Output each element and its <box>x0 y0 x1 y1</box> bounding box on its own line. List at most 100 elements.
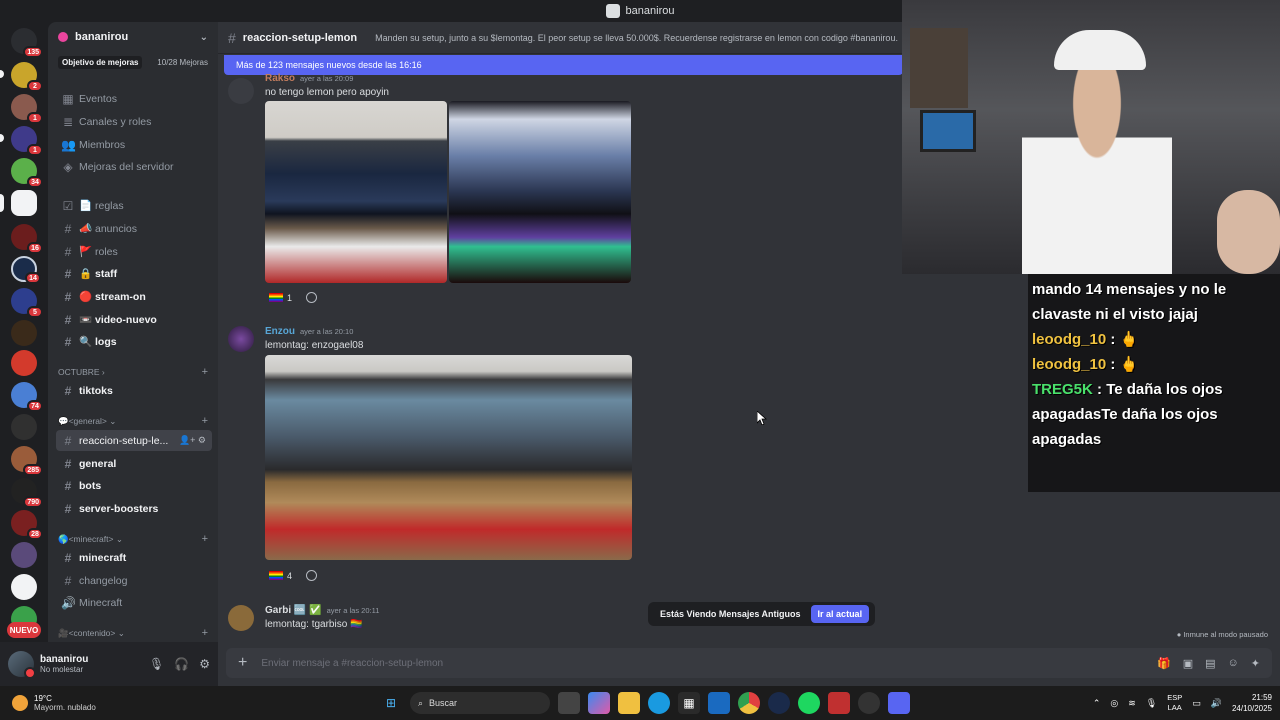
category-contenido[interactable]: 🎥<contenido> ⌄ + <box>58 626 208 640</box>
attachment-image[interactable] <box>449 101 631 283</box>
server-icon[interactable]: 14 <box>11 256 41 284</box>
add-channel-icon[interactable]: + <box>202 627 208 639</box>
outlook-icon[interactable] <box>708 692 730 714</box>
mic-icon[interactable]: 🎙 <box>1146 698 1157 709</box>
category-octubre[interactable]: OCTUBRE › + <box>58 365 208 379</box>
volume-icon[interactable]: 🔊 <box>1211 698 1222 709</box>
jump-to-present-button[interactable]: Ir al actual <box>810 605 870 623</box>
task-view-icon[interactable] <box>558 692 580 714</box>
taskbar-search[interactable]: ⌕ Buscar <box>410 692 550 714</box>
add-reaction-icon[interactable] <box>306 570 318 581</box>
app-icon[interactable] <box>828 692 850 714</box>
steam-icon[interactable] <box>768 692 790 714</box>
headphones-icon[interactable]: 🎧 <box>174 657 189 671</box>
channel-announcements[interactable]: # 📣 anuncios <box>56 218 212 239</box>
channel-bots[interactable]: # bots <box>56 475 212 496</box>
avatar[interactable] <box>228 326 254 352</box>
copilot-icon[interactable] <box>588 692 610 714</box>
add-channel-icon[interactable]: + <box>202 366 208 378</box>
voice-channel-minecraft[interactable]: 🔊 Minecraft <box>56 592 212 613</box>
tray-app-icon[interactable]: ◎ <box>1110 698 1118 709</box>
category-general[interactable]: 💬<general> ⌄ + <box>58 414 208 428</box>
server-icon[interactable]: 34 <box>11 158 43 188</box>
server-icon[interactable]: 5 <box>11 288 43 318</box>
server-icon[interactable] <box>11 320 37 346</box>
message-author[interactable]: Garbi 🆒 ✅ ayer a las 20:11 <box>265 605 379 616</box>
new-messages-bar[interactable]: Más de 123 mensajes nuevos desde las 16:… <box>224 55 903 75</box>
file-explorer-icon[interactable] <box>618 692 640 714</box>
emoji-icon[interactable]: ☺ <box>1228 657 1239 670</box>
channel-stream-on[interactable]: # 🔴 stream-on <box>56 286 212 307</box>
channel-general[interactable]: # general <box>56 453 212 474</box>
add-channel-icon[interactable]: + <box>202 533 208 545</box>
server-icon[interactable]: 1 <box>11 94 43 124</box>
server-icon[interactable] <box>11 542 37 568</box>
apps-icon[interactable]: ✦ <box>1251 657 1260 670</box>
network-icon[interactable]: ▭ <box>1192 698 1201 709</box>
server-icon[interactable]: 2 <box>11 62 43 92</box>
channel-minecraft[interactable]: # minecraft <box>56 547 212 568</box>
microphone-icon[interactable]: 🎙 <box>149 657 164 671</box>
channel-tiktoks[interactable]: # tiktoks <box>56 380 212 401</box>
avatar[interactable] <box>8 651 36 679</box>
channel-video-nuevo[interactable]: # 📼 video-nuevo <box>56 309 212 330</box>
server-icon-active[interactable] <box>11 190 37 216</box>
nav-events[interactable]: ▦ Eventos <box>56 88 212 109</box>
avatar[interactable] <box>228 605 254 631</box>
attachment-image[interactable] <box>265 101 447 283</box>
obs-icon[interactable] <box>858 692 880 714</box>
server-icon[interactable]: 74 <box>11 382 43 412</box>
gear-icon[interactable]: ⚙ <box>199 657 210 671</box>
store-icon[interactable]: ▦ <box>678 692 700 714</box>
reaction-pride-flag[interactable]: 1 <box>269 292 318 303</box>
server-icon[interactable] <box>11 414 37 440</box>
channel-topic[interactable]: Manden su setup, junto a su $lemontag. E… <box>375 33 898 43</box>
avatar[interactable] <box>228 78 254 104</box>
weather-widget[interactable]: 19°C Mayorm. nublado <box>0 694 96 712</box>
channel-rules[interactable]: ☑ 📄 reglas <box>56 195 212 216</box>
add-channel-icon[interactable]: + <box>202 415 208 427</box>
spotify-icon[interactable] <box>798 692 820 714</box>
channel-server-boosters[interactable]: # server-boosters <box>56 498 212 519</box>
channel-changelog[interactable]: # changelog <box>56 570 212 591</box>
channel-reaccion-setup-lemon[interactable]: # reaccion-setup-le... 👤+ ⚙ <box>56 430 212 451</box>
channel-logs[interactable]: # 🔍 logs <box>56 331 212 352</box>
message-input[interactable]: Enviar mensaje a #reaccion-setup-lemon <box>261 658 443 669</box>
server-icon[interactable] <box>11 574 37 600</box>
wifi-icon[interactable]: ≋ <box>1128 698 1136 709</box>
server-icon[interactable]: 790 <box>11 478 43 508</box>
gift-icon[interactable]: 🎁 <box>1157 657 1171 670</box>
guild-header[interactable]: bananirou ⌄ <box>48 22 218 52</box>
message-author[interactable]: Rakso ayer a las 20:09 <box>265 73 353 84</box>
boost-progress[interactable]: Objetivo de mejoras 10/28 Mejoras <box>48 52 218 72</box>
message-author[interactable]: Enzou ayer a las 20:10 <box>265 326 353 337</box>
language-indicator[interactable]: ESP LAA <box>1167 693 1182 713</box>
server-icon[interactable]: 1 <box>11 126 43 156</box>
message-composer[interactable]: + Enviar mensaje a #reaccion-setup-lemon… <box>226 648 1272 678</box>
direct-messages-icon[interactable]: 135 <box>11 28 43 58</box>
attachment-image[interactable] <box>265 355 632 560</box>
server-icon[interactable] <box>11 350 37 376</box>
user-info[interactable]: bananirou No molestar <box>40 654 88 674</box>
server-icon[interactable]: 28 <box>11 510 43 540</box>
add-attachment-icon[interactable]: + <box>238 654 247 672</box>
channel-staff[interactable]: # 🔒 staff <box>56 263 212 284</box>
server-icon[interactable]: 285 <box>11 446 43 476</box>
discord-icon[interactable] <box>888 692 910 714</box>
channel-roles[interactable]: # 🚩 roles <box>56 241 212 262</box>
gif-icon[interactable]: ▣ <box>1183 657 1193 670</box>
chevron-up-icon[interactable]: ⌃ <box>1093 698 1101 709</box>
nav-members[interactable]: 👥 Miembros <box>56 134 212 155</box>
sticker-icon[interactable]: ▤ <box>1205 657 1215 670</box>
nav-channels-roles[interactable]: ≣ Canales y roles <box>56 111 212 132</box>
category-minecraft[interactable]: 🌎<minecraft> ⌄ + <box>58 532 208 546</box>
nav-server-boosts[interactable]: ◈ Mejoras del servidor <box>56 156 212 177</box>
add-reaction-icon[interactable] <box>306 292 318 303</box>
chrome-icon[interactable] <box>738 692 760 714</box>
reaction-pride-flag[interactable]: 4 <box>269 570 318 581</box>
clock[interactable]: 21:59 24/10/2025 <box>1232 692 1272 714</box>
server-icon[interactable]: 16 <box>11 224 43 254</box>
windows-start-icon[interactable]: ⊞ <box>380 692 402 714</box>
channel-settings-gear-icon[interactable]: 👤+ ⚙ <box>179 435 206 446</box>
edge-icon[interactable] <box>648 692 670 714</box>
